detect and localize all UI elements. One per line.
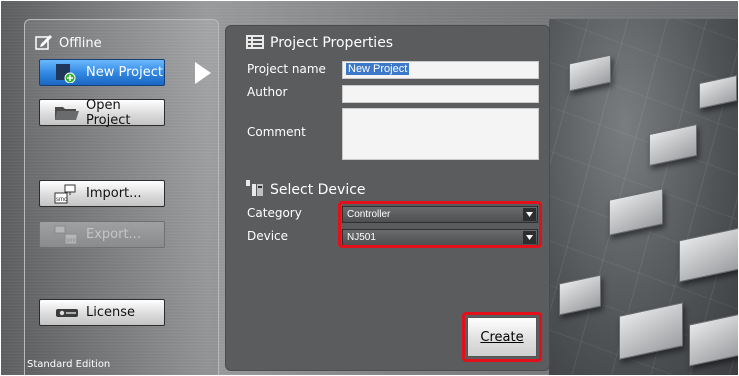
key-icon	[56, 308, 78, 317]
svg-text:smc: smc	[56, 197, 67, 203]
edition-label: Standard Edition	[27, 359, 111, 370]
export-button[interactable]: smc Export...	[39, 221, 165, 248]
background-image	[549, 19, 738, 375]
properties-icon	[246, 35, 264, 49]
open-project-button[interactable]: Open Project	[39, 97, 165, 128]
new-project-button[interactable]: New Project	[39, 59, 165, 86]
device-value: NJ501	[347, 232, 376, 243]
project-properties-title: Project Properties	[270, 35, 394, 51]
license-button[interactable]: License	[39, 299, 165, 326]
author-label: Author	[247, 85, 288, 99]
device-label: Device	[247, 229, 289, 243]
offline-label: Offline	[59, 36, 102, 51]
project-name-label: Project name	[247, 62, 326, 76]
export-label: Export...	[86, 227, 141, 242]
new-project-icon	[56, 63, 76, 83]
new-project-label: New Project	[86, 65, 163, 80]
category-dropdown-icon[interactable]	[523, 208, 536, 221]
category-label: Category	[247, 206, 302, 220]
project-properties-header: Project Properties	[246, 35, 393, 51]
category-value: Controller	[347, 209, 391, 220]
selected-arrow	[195, 62, 211, 84]
device-select[interactable]: NJ501	[342, 229, 538, 246]
import-button[interactable]: smc Import...	[39, 180, 165, 207]
comment-label: Comment	[247, 125, 306, 139]
import-label: Import...	[86, 186, 142, 201]
export-icon: smc	[54, 225, 78, 244]
offline-icon	[35, 34, 53, 50]
category-select[interactable]: Controller	[342, 206, 538, 223]
create-label: Create	[480, 329, 524, 345]
folder-icon	[55, 106, 79, 120]
comment-field[interactable]	[342, 108, 539, 160]
offline-header: Offline	[35, 34, 102, 51]
svg-text:smc: smc	[66, 238, 77, 244]
open-project-label: Open Project	[86, 97, 131, 128]
select-device-title: Select Device	[270, 182, 366, 198]
select-device-header: Select Device	[246, 180, 366, 198]
author-field[interactable]	[342, 85, 539, 103]
create-button[interactable]: Create	[467, 317, 537, 357]
project-name-field[interactable]: New Project	[342, 61, 539, 79]
import-icon: smc	[54, 184, 76, 203]
license-label: License	[86, 305, 136, 320]
device-icon	[246, 180, 264, 196]
app-window: Offline New Project Open Project smc Imp…	[1, 1, 738, 375]
device-dropdown-icon[interactable]	[523, 231, 536, 244]
project-name-value: New Project	[346, 63, 410, 75]
